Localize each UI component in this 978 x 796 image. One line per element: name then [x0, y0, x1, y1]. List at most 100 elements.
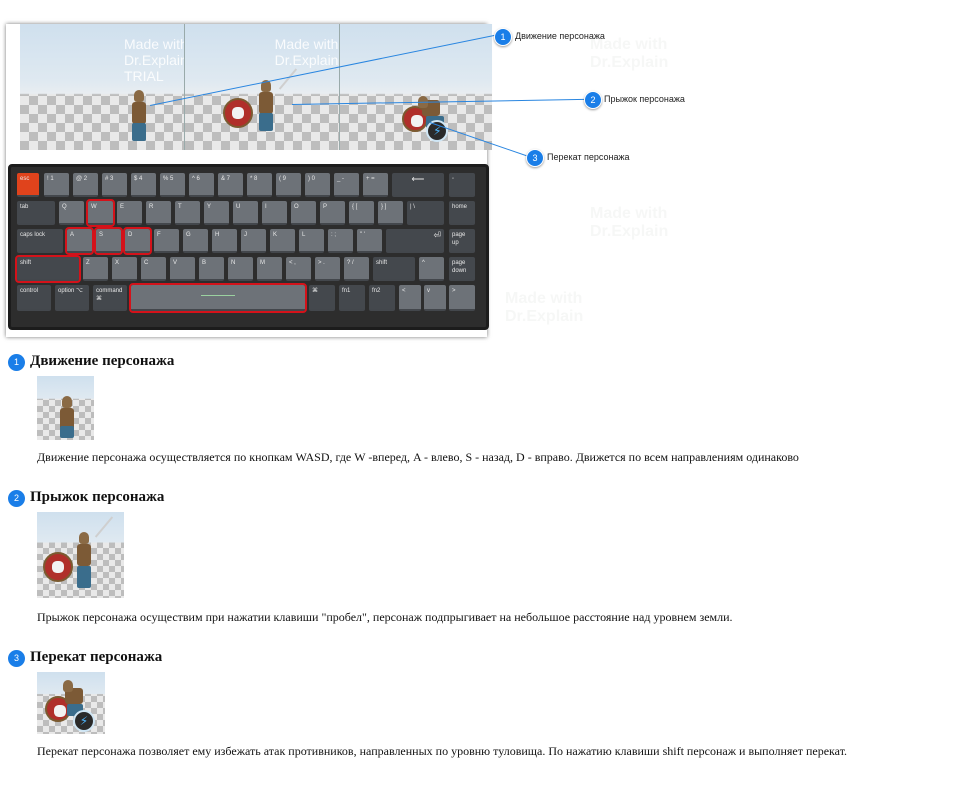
key: > . [315, 257, 340, 281]
key-enter: ⏎ [386, 229, 444, 253]
key: ^ 6 [189, 173, 214, 197]
section-number-badge: 3 [8, 650, 25, 667]
key: V [170, 257, 195, 281]
jump-thumbnail [37, 512, 124, 598]
key: L [299, 229, 324, 253]
key-w: W [86, 199, 115, 227]
watermark-line: Dr.Explain [590, 223, 669, 240]
frame-jump: Made with Dr.Explain [183, 24, 340, 150]
key-page-down: page down [449, 257, 475, 281]
key-shift-right: shift [373, 257, 415, 281]
key: I [262, 201, 287, 225]
key-backspace: ⟵ [392, 173, 444, 197]
callout-label-3: Перекат персонажа [547, 152, 630, 162]
key: esc [17, 173, 39, 197]
key: F [154, 229, 179, 253]
key-page-up: page up [449, 229, 475, 253]
key: ) 0 [305, 173, 330, 197]
key-space [129, 283, 307, 313]
section-description: Перекат персонажа позволяет ему избежать… [37, 744, 848, 758]
key: " ' [357, 229, 382, 253]
key: @ 2 [73, 173, 98, 197]
section-title: Перекат персонажа [30, 649, 163, 665]
key: M [257, 257, 282, 281]
callout-label-2: Прыжок персонажа [604, 94, 685, 104]
watermark-line: Dr.Explain [124, 52, 184, 68]
key: K [270, 229, 295, 253]
key-arrow-up: ^ [419, 257, 444, 281]
key-fn2: fn2 [369, 285, 395, 311]
key: * 8 [247, 173, 272, 197]
key: C [141, 257, 166, 281]
key: O [291, 201, 316, 225]
key: } ] [378, 201, 403, 225]
key: T [175, 201, 200, 225]
key: ◦ [449, 173, 475, 197]
key: | \ [407, 201, 444, 225]
watermark-line: Made with [124, 36, 184, 52]
key-d: D [123, 227, 152, 255]
key-fn1: fn1 [339, 285, 365, 311]
key: U [233, 201, 258, 225]
watermark-line: Dr.Explain [274, 52, 339, 68]
section-description: Прыжок персонажа осуществим при нажатии … [37, 610, 733, 624]
key: ( 9 [276, 173, 301, 197]
key-command: command ⌘ [93, 285, 127, 311]
key-tab: tab [17, 201, 55, 225]
key: X [112, 257, 137, 281]
key: _ - [334, 173, 359, 197]
key: : ; [328, 229, 353, 253]
frame-roll: ⚡ [339, 24, 492, 150]
key: % 5 [160, 173, 185, 197]
key: # 3 [102, 173, 127, 197]
key: R [146, 201, 171, 225]
key-arrow-down: v [424, 285, 446, 311]
key-caps-lock: caps lock [17, 229, 63, 253]
key-a: A [65, 227, 94, 255]
watermark-line: TRIAL [124, 68, 164, 84]
section-number-badge: 1 [8, 354, 25, 371]
key: Z [83, 257, 108, 281]
key: G [183, 229, 208, 253]
key-option: option ⌥ [55, 285, 89, 311]
watermark-line: Made with [274, 36, 339, 52]
roll-thumbnail: ⚡ [37, 672, 105, 734]
watermark-line: Dr.Explain [505, 308, 584, 325]
key: N [228, 257, 253, 281]
callout-badge-3[interactable]: 3 [526, 149, 544, 167]
section-title: Движение персонажа [30, 353, 175, 369]
callout-badge-1[interactable]: 1 [494, 28, 512, 46]
key: P [320, 201, 345, 225]
key: Q [59, 201, 84, 225]
key: { [ [349, 201, 374, 225]
key-control: control [17, 285, 51, 311]
key-arrow-left: < [399, 285, 421, 311]
key-shift-left: shift [15, 255, 81, 283]
key: E [117, 201, 142, 225]
key: H [212, 229, 237, 253]
key: ! 1 [44, 173, 69, 197]
callout-label-1: Движение персонажа [515, 31, 605, 41]
watermark-line: Made with [505, 290, 583, 307]
lightning-icon: ⚡ [73, 710, 95, 732]
key: ⌘ [309, 285, 335, 311]
frame-movement: Made with Dr.Explain TRIAL [20, 24, 184, 150]
section-description: Движение персонажа осуществляется по кно… [37, 450, 799, 464]
key-home: home [449, 201, 475, 225]
key: $ 4 [131, 173, 156, 197]
movement-thumbnail [37, 376, 94, 440]
key: & 7 [218, 173, 243, 197]
key: J [241, 229, 266, 253]
lightning-icon: ⚡ [426, 120, 449, 142]
watermark-line: Made with [590, 205, 668, 222]
keyboard-controls-image: Made with Dr.Explain TRIAL Made with Dr.Exp… [6, 24, 492, 337]
key: B [199, 257, 224, 281]
key-arrow-right: > [449, 285, 475, 311]
callout-badge-2[interactable]: 2 [584, 91, 602, 109]
character-animation-frames: Made with Dr.Explain TRIAL Made with Dr.Exp… [20, 24, 492, 150]
key: < , [286, 257, 311, 281]
keyboard-diagram: esc ! 1 @ 2 # 3 $ 4 % 5 ^ 6 & 7 * 8 ( 9 … [8, 164, 489, 330]
key-s: S [94, 227, 123, 255]
watermark-line: Dr.Explain [590, 54, 669, 71]
section-title: Прыжок персонажа [30, 489, 165, 505]
